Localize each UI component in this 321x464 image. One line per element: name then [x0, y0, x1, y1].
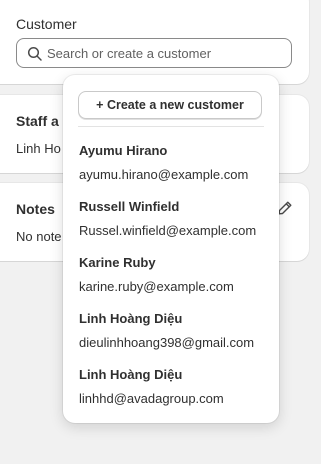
customer-option[interactable]: Ayumu Hirano ayumu.hirano@example.com: [79, 143, 269, 193]
customer-option[interactable]: Linh Hoàng Diệu dieulinhhoang398@gmail.c…: [79, 311, 269, 361]
customer-option-name: Linh Hoàng Diệu: [79, 367, 183, 382]
create-customer-button[interactable]: + Create a new customer: [78, 91, 262, 119]
customer-option-name: Linh Hoàng Diệu: [79, 311, 183, 326]
customer-option[interactable]: Linh Hoàng Diệu linhhd@avadagroup.com: [79, 367, 269, 417]
customer-label: Customer: [16, 16, 77, 32]
customer-option-name: Karine Ruby: [79, 255, 156, 270]
notes-value: No note: [16, 229, 62, 244]
pencil-icon[interactable]: [277, 200, 293, 216]
customer-option[interactable]: Russell Winfield Russel.winfield@example…: [79, 199, 269, 249]
dropdown-divider: [78, 126, 264, 127]
staff-value: Linh Ho: [16, 141, 61, 156]
staff-title: Staff a: [16, 113, 59, 129]
notes-title: Notes: [16, 201, 55, 217]
customer-dropdown: + Create a new customer Ayumu Hirano ayu…: [63, 75, 279, 423]
customer-card: Customer: [0, 0, 309, 84]
customer-option-email: ayumu.hirano@example.com: [79, 167, 249, 182]
search-icon: [27, 46, 42, 61]
customer-option-email: karine.ruby@example.com: [79, 279, 234, 294]
customer-option-name: Ayumu Hirano: [79, 143, 168, 158]
customer-search-box[interactable]: [16, 38, 292, 68]
customer-option[interactable]: Karine Ruby karine.ruby@example.com: [79, 255, 269, 305]
customer-option-email: linhhd@avadagroup.com: [79, 391, 224, 406]
customer-search-input[interactable]: [47, 39, 287, 67]
customer-option-email: Russel.winfield@example.com: [79, 223, 257, 238]
customer-option-email: dieulinhhoang398@gmail.com: [79, 335, 255, 350]
customer-option-name: Russell Winfield: [79, 199, 180, 214]
